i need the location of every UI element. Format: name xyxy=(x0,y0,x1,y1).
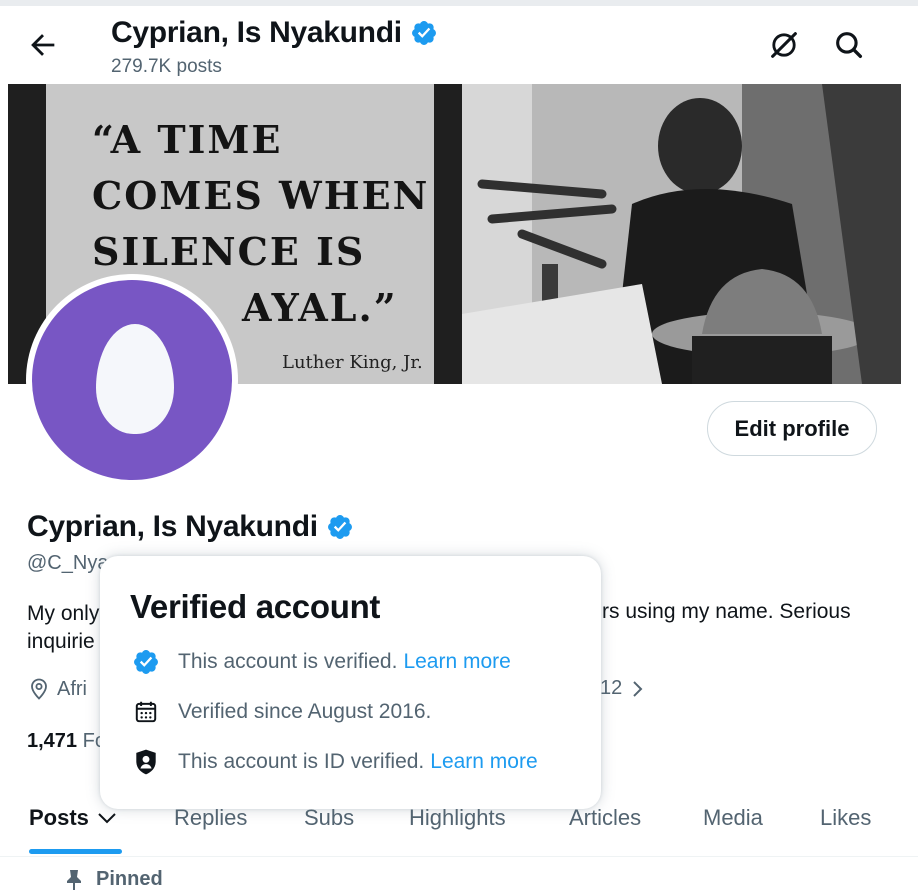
popover-row-text: This account is verified. xyxy=(178,650,398,673)
popover-row-id-verified: This account is ID verified. Learn more xyxy=(132,748,538,776)
pin-icon xyxy=(67,869,81,890)
popover-title: Verified account xyxy=(130,588,381,625)
verified-account-popover: Verified account This account is verifie… xyxy=(100,556,601,809)
location: Afri xyxy=(27,677,87,701)
verified-badge-icon[interactable] xyxy=(326,513,354,541)
popover-row-text: This account is ID verified. xyxy=(178,750,425,773)
header-name: Cyprian, Is Nyakundi xyxy=(111,16,402,49)
popover-row-since: Verified since August 2016. xyxy=(132,698,431,726)
tab-posts[interactable]: Posts xyxy=(29,805,117,831)
banner-attribution: Luther King, Jr. xyxy=(282,352,423,373)
joined-date[interactable]: 12 xyxy=(600,677,646,700)
banner-photo-illustration xyxy=(462,84,901,384)
following-count[interactable]: 1,471 Fo xyxy=(27,730,106,753)
posts-count: 279.7K posts xyxy=(111,56,222,77)
pinned-label: Pinned xyxy=(64,868,163,891)
id-shield-icon xyxy=(136,749,156,775)
tab-media[interactable]: Media xyxy=(703,805,763,831)
verified-badge-icon xyxy=(134,650,158,674)
chevron-down-icon xyxy=(98,813,116,824)
banner-photo xyxy=(462,84,901,384)
bio-right: rs using my name. Serious xyxy=(602,600,851,623)
verified-badge-icon[interactable] xyxy=(410,19,438,47)
learn-more-link[interactable]: Learn more xyxy=(430,750,537,773)
avatar-image xyxy=(32,280,232,480)
profile-header: Cyprian, Is Nyakundi 279.7K posts xyxy=(0,6,918,82)
calendar-icon xyxy=(135,701,157,723)
active-tab-indicator xyxy=(29,849,122,854)
search-icon[interactable] xyxy=(832,28,866,62)
chevron-right-icon xyxy=(633,680,643,697)
edit-profile-button[interactable]: Edit profile xyxy=(707,401,877,456)
avatar[interactable] xyxy=(26,274,238,486)
display-name: Cyprian, Is Nyakundi xyxy=(27,510,354,544)
popover-row-verified: This account is verified. Learn more xyxy=(132,648,511,676)
user-handle: @C_Nya xyxy=(27,552,109,574)
default-egg-icon xyxy=(96,324,174,434)
location-pin-icon xyxy=(31,678,47,700)
learn-more-link[interactable]: Learn more xyxy=(403,650,510,673)
header-title: Cyprian, Is Nyakundi xyxy=(111,16,438,50)
grok-icon[interactable] xyxy=(767,28,801,62)
popover-row-text: Verified since August 2016. xyxy=(178,700,432,723)
back-arrow-icon[interactable] xyxy=(26,28,60,62)
tab-likes[interactable]: Likes xyxy=(820,805,871,831)
